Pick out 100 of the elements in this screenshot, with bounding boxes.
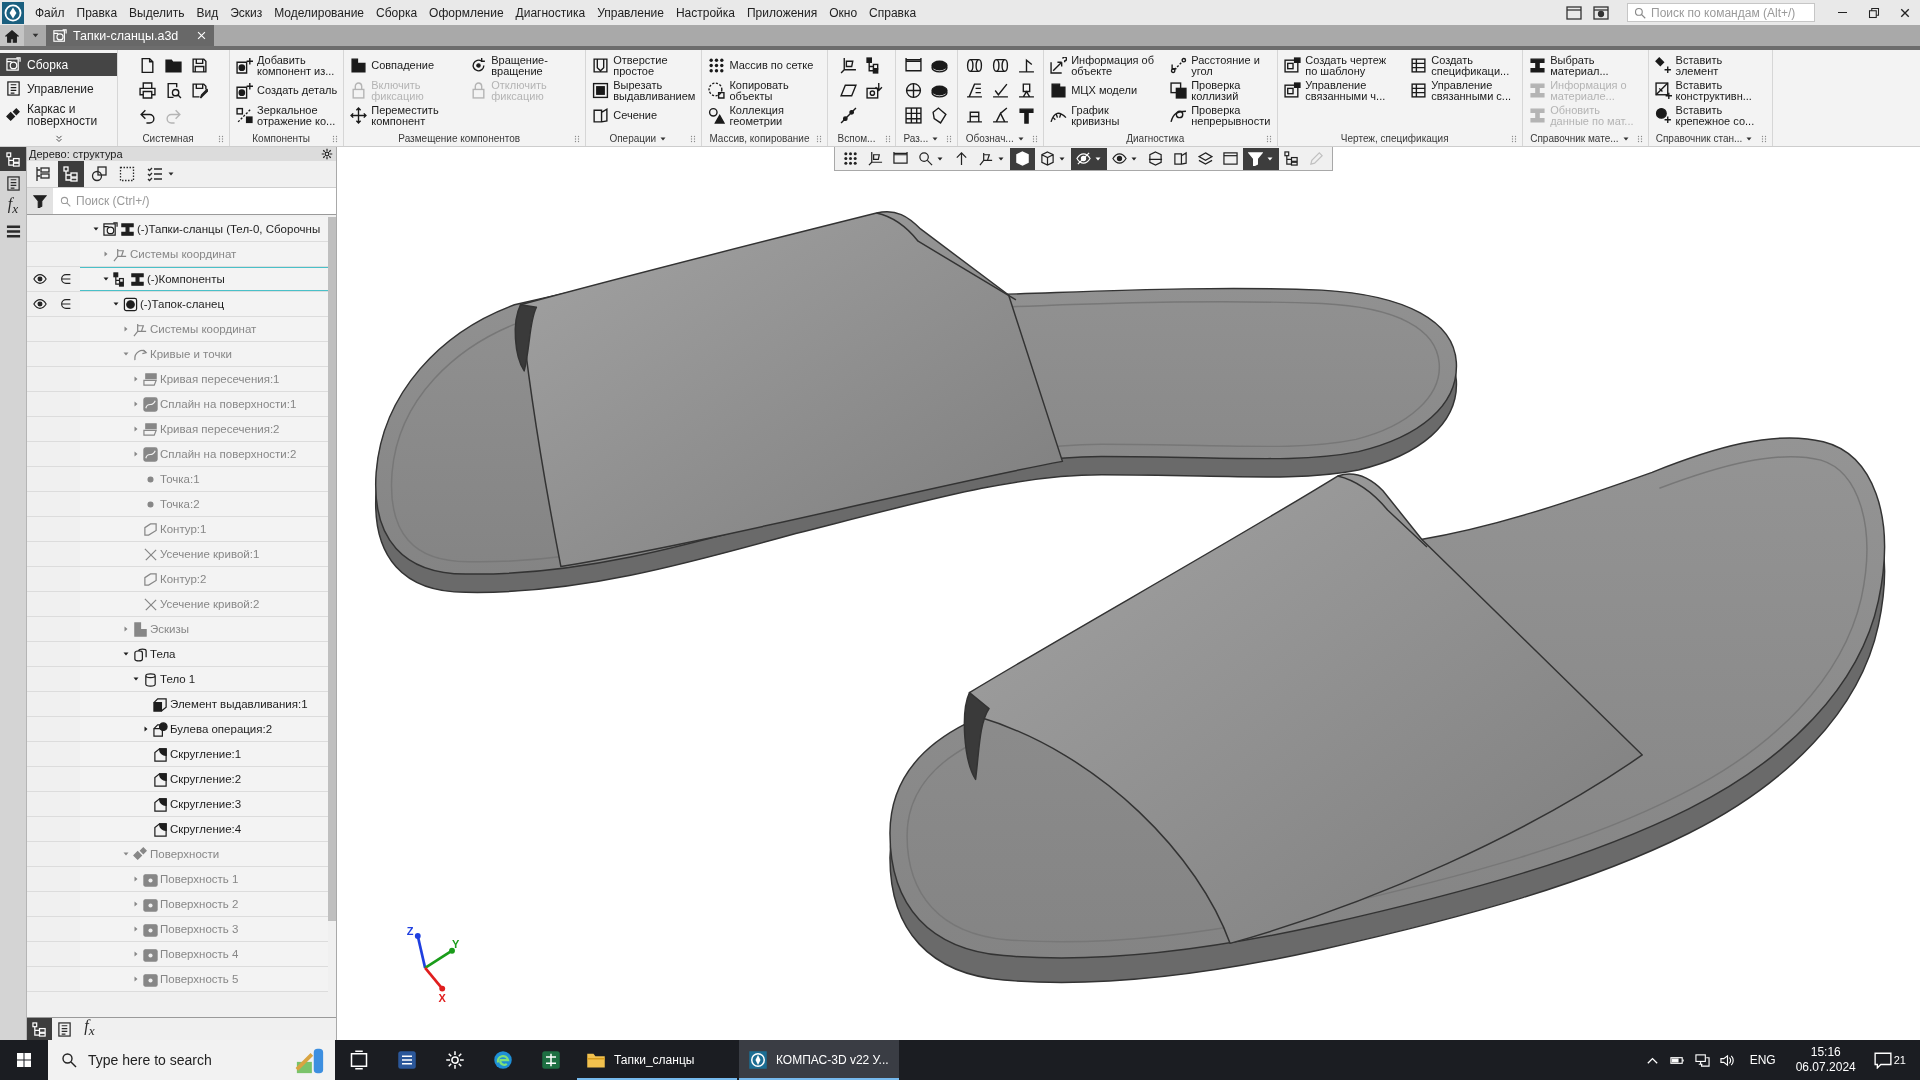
grip-icon[interactable] [1265, 133, 1274, 144]
grip-icon[interactable] [945, 133, 954, 144]
ribbon-button[interactable]: Сечение [590, 103, 698, 128]
clock-time[interactable]: 15:16 [1810, 1045, 1841, 1060]
model-viewport[interactable]: Z Y X [337, 147, 1920, 1040]
ribbon-button[interactable]: Проверка коллизий [1168, 78, 1274, 103]
ribbon-tab[interactable]: Управление [0, 77, 117, 100]
ribbon-button[interactable]: Вращение- вращение [468, 53, 582, 78]
network-icon[interactable] [1694, 1052, 1710, 1068]
grip-icon[interactable] [1510, 133, 1519, 144]
ribbon-button[interactable]: Вставить крепежное со... [1652, 103, 1768, 128]
document-tab[interactable]: Тапки-сланцы.a3d [46, 25, 214, 46]
ribbon-button[interactable]: Вставить конструктивн... [1652, 78, 1768, 103]
panel-tab[interactable] [27, 1018, 52, 1040]
grip-icon[interactable] [331, 133, 340, 144]
grip-icon[interactable] [1635, 133, 1644, 144]
view-tool-button[interactable] [1010, 147, 1035, 170]
menu-item[interactable]: Справка [863, 3, 923, 22]
group-label[interactable]: Системная [122, 131, 225, 146]
caret-down-icon[interactable] [132, 675, 140, 683]
group-label[interactable]: Справочник мате... [1527, 131, 1644, 146]
clock-date[interactable]: 06.07.2024 [1795, 1060, 1856, 1075]
search-field[interactable]: Поиск (Ctrl+/) [53, 188, 336, 214]
ribbon-tab[interactable]: Каркас и поверхности [0, 101, 117, 129]
ribbon-tab[interactable]: Сборка [0, 53, 117, 76]
group-label[interactable]: Чертеж, спецификация [1282, 131, 1519, 146]
ribbon-button[interactable]: Проверка непрерывности [1168, 103, 1274, 128]
ribbon-button[interactable]: Переместить компонент [348, 103, 461, 128]
formula-tab[interactable]: f$_{x}$ [77, 1018, 102, 1040]
volume-icon[interactable] [1719, 1052, 1735, 1068]
close-icon[interactable] [196, 30, 207, 41]
ribbon-button[interactable]: Добавить компонент из... [234, 53, 340, 78]
formula-tab[interactable]: f$_{x}$ [0, 195, 26, 219]
menu-item[interactable]: Вид [190, 3, 225, 22]
menu-item[interactable]: Выделить [123, 3, 191, 22]
ribbon-button[interactable]: Управление связанными ч... [1282, 78, 1401, 103]
menu-item[interactable]: Сборка [370, 3, 424, 22]
caret-down-icon[interactable] [92, 225, 100, 233]
grip-icon[interactable] [1031, 133, 1040, 144]
menu-item[interactable]: Окно [823, 3, 864, 22]
menu-item[interactable]: Оформление [423, 3, 510, 22]
ribbon-button[interactable]: Вырезать выдавливанием [590, 78, 698, 103]
ribbon-button[interactable]: Копировать объекты [706, 78, 824, 103]
menu-item[interactable]: Файл [29, 3, 71, 22]
menu-item[interactable]: Эскиз [224, 3, 269, 22]
panel-tab[interactable] [0, 147, 26, 171]
grip-icon[interactable] [689, 133, 698, 144]
element-of-icon[interactable] [59, 272, 73, 286]
group-label[interactable]: Диагностика [1048, 131, 1274, 146]
grip-icon[interactable] [883, 133, 892, 144]
caret-down-icon[interactable] [112, 300, 120, 308]
ribbon-button[interactable]: Коллекция геометрии [706, 103, 824, 128]
taskbar-button[interactable]: Тапки_сланцы [577, 1040, 737, 1080]
menu-item[interactable]: Диагностика [509, 3, 592, 22]
caret-right-icon[interactable] [142, 725, 150, 733]
caret-down-icon[interactable] [122, 650, 130, 658]
ribbon-button[interactable]: Вставить элемент [1652, 53, 1768, 78]
caret-down-icon[interactable] [102, 275, 110, 283]
filter-button[interactable] [27, 188, 53, 214]
eye-icon[interactable] [33, 297, 47, 311]
group-label[interactable]: Раз... [900, 131, 954, 146]
ribbon-button[interactable]: Расстояние и угол [1168, 53, 1274, 78]
grip-icon[interactable] [815, 133, 824, 144]
settings-icon[interactable] [321, 148, 333, 160]
ribbon-button[interactable]: Отверстие простое [590, 53, 698, 78]
menu-item[interactable]: Приложения [740, 3, 824, 22]
grip-icon[interactable] [1759, 133, 1768, 144]
menu-item[interactable]: Правка [70, 3, 124, 22]
taskbar-button[interactable]: КОМПАС-3D v22 У... [739, 1040, 899, 1080]
taskbar-search-field[interactable]: Type here to search [48, 1040, 335, 1080]
ribbon-button[interactable]: Информация об объекте [1048, 53, 1161, 78]
menu-item[interactable]: Управление [591, 3, 670, 22]
element-of-icon[interactable] [59, 297, 73, 311]
command-search-field[interactable]: Поиск по командам (Alt+/) [1627, 3, 1815, 22]
ribbon-button[interactable]: Выбрать материал... [1527, 53, 1644, 78]
ribbon-button[interactable]: График кривизны [1048, 103, 1161, 128]
ribbon-button[interactable]: Создать деталь [234, 78, 340, 103]
group-label[interactable]: Вспом... [832, 131, 892, 146]
group-label[interactable]: Обознач... [962, 131, 1040, 146]
language-indicator[interactable]: ENG [1749, 1053, 1776, 1067]
group-label[interactable]: Размещение компонентов [348, 131, 582, 146]
notification-button[interactable]: 21 [1873, 1051, 1906, 1069]
menu-item[interactable]: Настройка [669, 3, 741, 22]
view-tool-button[interactable] [1071, 147, 1107, 170]
ribbon-button[interactable]: Массив по сетке [706, 53, 824, 78]
toolbar-button[interactable] [58, 161, 84, 187]
eye-icon[interactable] [33, 272, 47, 286]
grip-icon[interactable] [217, 133, 225, 144]
ribbon-button[interactable]: Зеркальное отражение ко... [234, 103, 340, 128]
ribbon-button[interactable]: МЦХ модели [1048, 78, 1161, 103]
group-label[interactable]: Компоненты [234, 131, 340, 146]
home-button[interactable] [0, 25, 24, 46]
ribbon-button[interactable]: Создать спецификаци... [1408, 53, 1519, 78]
grip-icon[interactable] [573, 133, 582, 144]
scrollbar-thumb[interactable] [328, 217, 336, 921]
ribbon-button[interactable]: Создать чертеж по шаблону [1282, 53, 1401, 78]
ribbon-button[interactable]: Управление связанными с... [1408, 78, 1519, 103]
logo-icon[interactable] [2, 1, 24, 24]
ribbon-button[interactable]: Совпадение [348, 53, 461, 78]
menu-item[interactable]: Моделирование [268, 3, 371, 22]
